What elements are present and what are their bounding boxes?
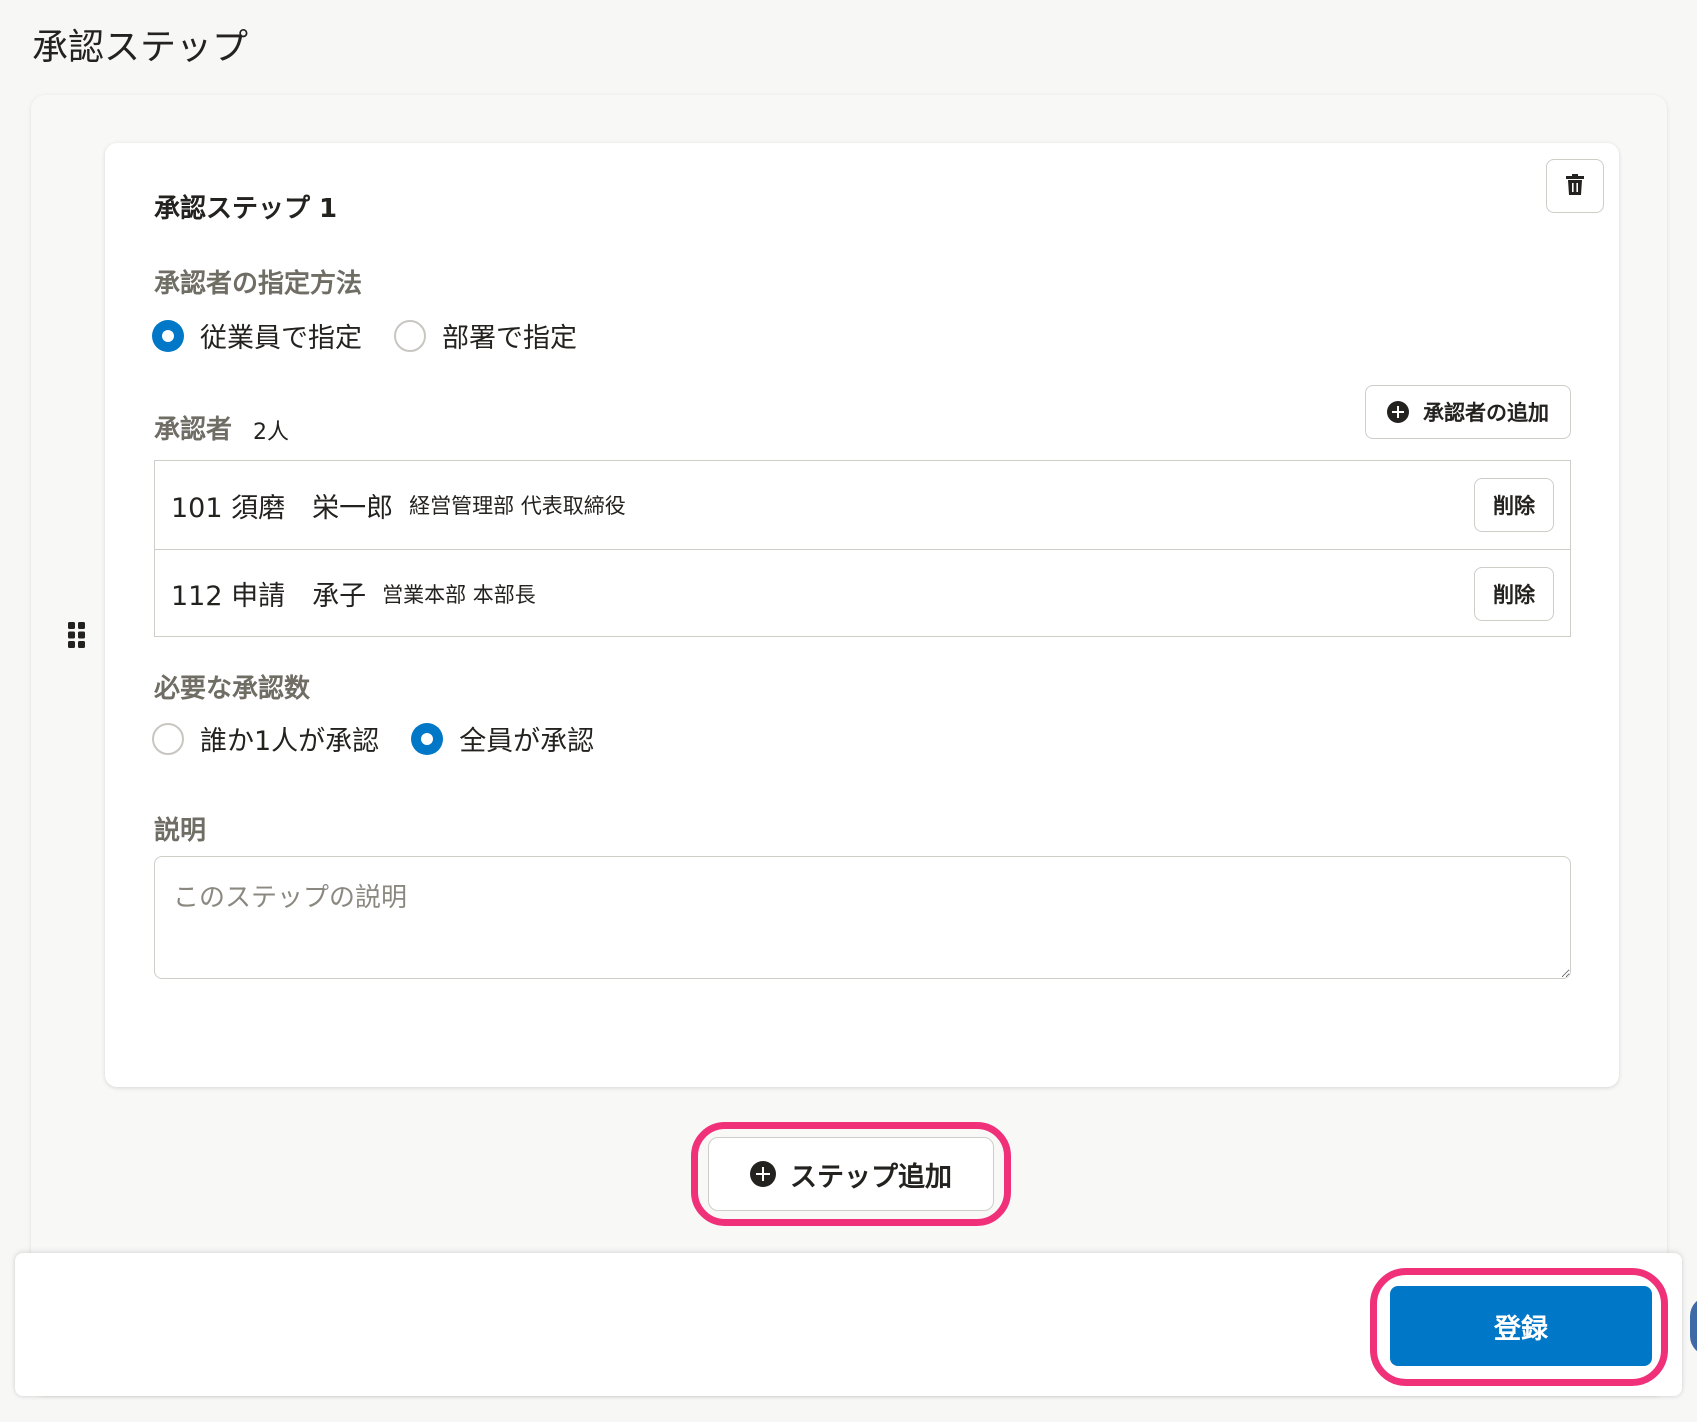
- radio-employee-label[interactable]: 従業員で指定: [200, 316, 362, 355]
- approvers-label: 承認者: [154, 415, 233, 445]
- approver-dept: 経営管理部 代表取締役: [409, 494, 626, 518]
- approver-name: 101 須磨 栄一郎: [171, 492, 394, 524]
- add-step-button[interactable]: ステップ追加: [708, 1137, 994, 1211]
- plus-circle-icon: [750, 1161, 776, 1187]
- add-approver-label: 承認者の追加: [1423, 401, 1549, 425]
- radio-anyone[interactable]: [152, 722, 184, 755]
- approver-row: 101 須磨 栄一郎 経営管理部 代表取締役 削除: [155, 461, 1570, 549]
- help-button-edge[interactable]: [1690, 1296, 1697, 1356]
- approver-dept: 営業本部 本部長: [382, 582, 536, 607]
- method-radio-group: 従業員で指定 部署で指定: [152, 316, 609, 355]
- delete-step-button[interactable]: [1546, 159, 1604, 213]
- required-approvals-label: 必要な承認数: [154, 674, 311, 704]
- radio-everyone-label[interactable]: 全員が承認: [459, 719, 594, 758]
- radio-employee[interactable]: [152, 319, 184, 352]
- page-title: 承認ステップ: [32, 27, 249, 68]
- radio-department-label[interactable]: 部署で指定: [442, 316, 577, 355]
- drag-handle-icon[interactable]: [68, 622, 86, 648]
- required-radio-group: 誰か1人が承認 全員が承認: [152, 719, 626, 758]
- plus-circle-icon: [1387, 401, 1409, 423]
- radio-anyone-label[interactable]: 誰か1人が承認: [200, 719, 379, 758]
- method-label: 承認者の指定方法: [154, 269, 363, 299]
- submit-button[interactable]: 登録: [1390, 1286, 1652, 1366]
- approver-list: 101 須磨 栄一郎 経営管理部 代表取締役 削除 112 申請 承子 営業本部…: [154, 460, 1571, 637]
- description-textarea[interactable]: [154, 856, 1571, 979]
- step-title: 承認ステップ 1: [154, 194, 338, 224]
- add-step-label: ステップ追加: [790, 1161, 952, 1193]
- radio-everyone[interactable]: [411, 722, 444, 755]
- approvers-count: 2人: [253, 420, 289, 445]
- description-label: 説明: [154, 816, 207, 846]
- remove-approver-button[interactable]: 削除: [1474, 567, 1554, 621]
- approver-row: 112 申請 承子 営業本部 本部長 削除: [155, 549, 1570, 637]
- add-approver-button[interactable]: 承認者の追加: [1365, 385, 1571, 439]
- approver-name: 112 申請 承子: [171, 581, 367, 612]
- radio-department[interactable]: [394, 319, 426, 352]
- trash-icon: [1566, 173, 1584, 199]
- remove-approver-button[interactable]: 削除: [1474, 478, 1554, 532]
